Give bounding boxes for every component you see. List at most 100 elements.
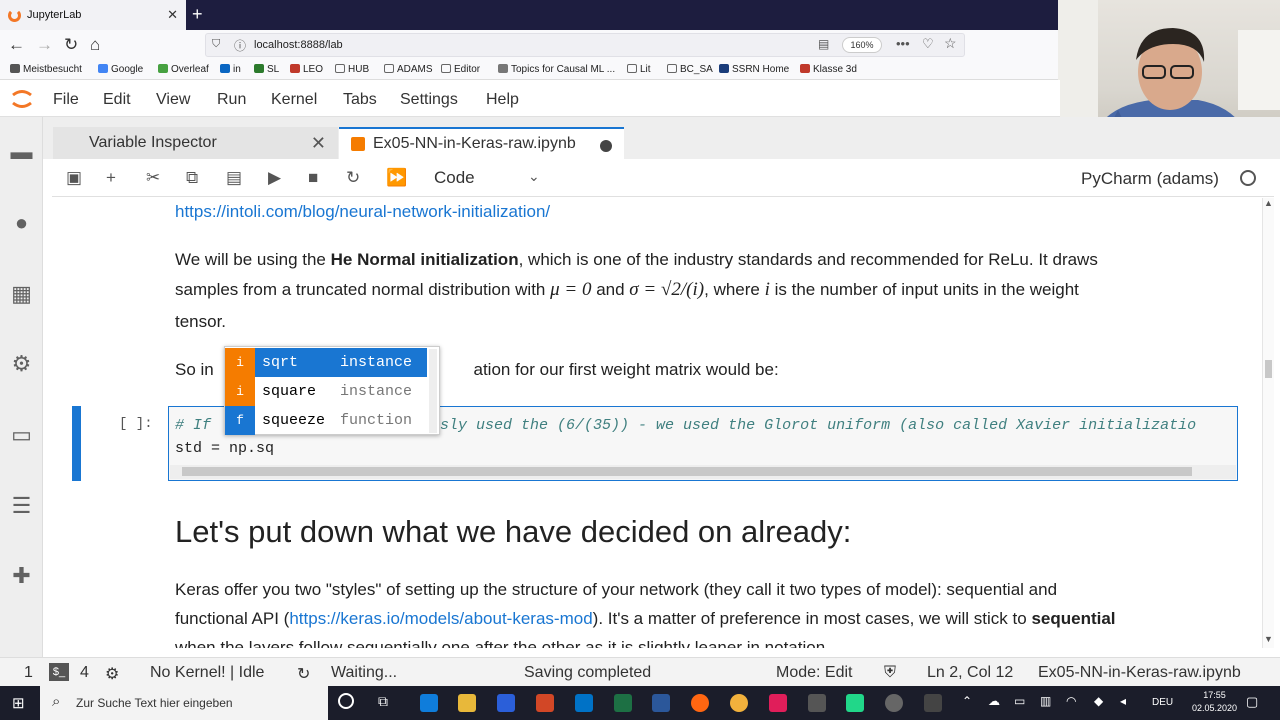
star-icon[interactable]: ☆ bbox=[944, 35, 957, 52]
chevron-down-icon[interactable]: ⌄ bbox=[528, 168, 540, 185]
bookmark-item[interactable]: SSRN Home bbox=[719, 64, 789, 75]
menu-kernel[interactable]: Kernel bbox=[271, 91, 317, 109]
copy-icon[interactable]: ⧉ bbox=[186, 168, 198, 188]
add-cell-icon[interactable]: + bbox=[106, 168, 116, 188]
kernel-status[interactable]: No Kernel! | Idle bbox=[150, 664, 264, 682]
powerpoint-icon[interactable] bbox=[536, 694, 554, 712]
unsaved-indicator-icon[interactable] bbox=[600, 140, 612, 152]
app-icon[interactable] bbox=[497, 694, 515, 712]
link[interactable]: https://intoli.com/blog/neural-network-i… bbox=[175, 202, 550, 222]
status-count[interactable]: 1 bbox=[24, 664, 33, 682]
menu-view[interactable]: View bbox=[156, 91, 190, 109]
reload-icon[interactable]: ↻ bbox=[64, 35, 78, 55]
folder-icon[interactable]: ▬ bbox=[9, 139, 34, 164]
tabs-icon[interactable]: ▭ bbox=[9, 422, 34, 447]
language-indicator[interactable]: DEU bbox=[1152, 697, 1173, 708]
app-icon[interactable] bbox=[885, 694, 903, 712]
bookmark-item[interactable]: HUB bbox=[335, 64, 369, 75]
menu-edit[interactable]: Edit bbox=[103, 91, 131, 109]
scrollbar-thumb[interactable] bbox=[1265, 360, 1272, 378]
dropbox-icon[interactable]: ◆ bbox=[1094, 694, 1103, 708]
clock[interactable]: 17:55 02.05.2020 bbox=[1192, 689, 1237, 715]
pycharm-icon[interactable] bbox=[846, 694, 864, 712]
cell-collapser[interactable] bbox=[72, 406, 81, 481]
extension-icon[interactable]: ✚ bbox=[9, 563, 34, 588]
taskbar-search[interactable]: ⌕ Zur Suche Text hier eingeben bbox=[40, 686, 328, 720]
bookmark-item[interactable]: Lit bbox=[627, 64, 651, 75]
toc-icon[interactable]: ☰ bbox=[9, 493, 34, 518]
word-icon[interactable] bbox=[652, 694, 670, 712]
battery-icon[interactable]: ▭ bbox=[1014, 694, 1025, 708]
app-icon[interactable] bbox=[730, 694, 748, 712]
excel-icon[interactable] bbox=[614, 694, 632, 712]
menu-file[interactable]: File bbox=[53, 91, 79, 109]
bookmark-item[interactable]: BC_SA bbox=[667, 64, 713, 75]
bookmark-item[interactable]: Topics for Causal ML ... bbox=[498, 64, 615, 75]
paste-icon[interactable]: ▤ bbox=[226, 168, 242, 188]
cut-icon[interactable]: ✂ bbox=[146, 168, 160, 188]
tab-variable-inspector[interactable]: Variable Inspector ✕ bbox=[53, 127, 338, 159]
home-icon[interactable]: ⌂ bbox=[90, 35, 100, 55]
bookmark-item[interactable]: in bbox=[220, 64, 241, 75]
cloud-icon[interactable]: ☁ bbox=[988, 694, 1000, 708]
bookmark-item[interactable]: LEO bbox=[290, 64, 323, 75]
stop-icon[interactable]: ■ bbox=[308, 168, 318, 188]
tab-notebook[interactable]: Ex05-NN-in-Keras-raw.ipynb bbox=[339, 127, 624, 159]
cortana-icon[interactable] bbox=[338, 693, 354, 709]
status-count[interactable]: 4 bbox=[80, 664, 89, 682]
firefox-icon[interactable] bbox=[691, 694, 709, 712]
app-icon[interactable] bbox=[808, 694, 826, 712]
bookmark-item[interactable]: Editor bbox=[441, 64, 480, 75]
completer-item[interactable]: i square instance bbox=[225, 377, 427, 406]
bookmark-item[interactable]: ADAMS bbox=[384, 64, 433, 75]
commands-icon[interactable]: ▦ bbox=[9, 281, 34, 306]
run-icon[interactable]: ▶ bbox=[268, 168, 281, 188]
bookmark-item[interactable]: SL bbox=[254, 64, 279, 75]
new-tab-icon[interactable]: + bbox=[192, 4, 203, 25]
zoom-level[interactable]: 160% bbox=[842, 37, 882, 53]
running-icon[interactable]: ● bbox=[9, 210, 34, 235]
outlook-icon[interactable] bbox=[575, 694, 593, 712]
scroll-down-icon[interactable]: ▼ bbox=[1264, 634, 1273, 644]
wifi-icon[interactable]: ◠ bbox=[1066, 694, 1076, 708]
more-icon[interactable]: ••• bbox=[896, 36, 910, 51]
task-view-icon[interactable]: ⧉ bbox=[378, 693, 388, 710]
back-icon[interactable]: ← bbox=[8, 35, 25, 55]
menu-tabs[interactable]: Tabs bbox=[343, 91, 377, 109]
volume-icon[interactable]: ◂ bbox=[1120, 694, 1126, 708]
gear-icon[interactable]: ⚙ bbox=[9, 351, 34, 376]
cursor-position[interactable]: Ln 2, Col 12 bbox=[927, 664, 1013, 682]
bookmark-item[interactable]: Meistbesucht bbox=[10, 64, 82, 75]
forward-icon[interactable]: → bbox=[36, 35, 53, 55]
menu-run[interactable]: Run bbox=[217, 91, 246, 109]
search-placeholder[interactable]: Zur Suche Text hier eingeben bbox=[76, 696, 233, 710]
info-icon[interactable]: ⓘ bbox=[234, 37, 246, 54]
mode-status[interactable]: Mode: Edit bbox=[776, 664, 852, 682]
scrollbar-thumb[interactable] bbox=[182, 467, 1192, 476]
kernel-status-icon[interactable]: ⚙ bbox=[105, 664, 119, 684]
pocket-icon[interactable]: ♡ bbox=[922, 36, 934, 52]
restart-icon[interactable]: ↻ bbox=[346, 168, 360, 188]
network-icon[interactable]: ▥ bbox=[1040, 694, 1051, 708]
notifications-icon[interactable]: ▢ bbox=[1246, 694, 1258, 710]
bookmark-item[interactable]: Overleaf bbox=[158, 64, 209, 75]
horizontal-scrollbar[interactable] bbox=[170, 465, 1236, 479]
close-tab-icon[interactable]: ✕ bbox=[167, 7, 178, 23]
slack-icon[interactable] bbox=[769, 694, 787, 712]
explorer-icon[interactable] bbox=[458, 694, 476, 712]
fast-forward-icon[interactable]: ⏩ bbox=[386, 168, 407, 188]
edge-icon[interactable] bbox=[420, 694, 438, 712]
close-icon[interactable]: ✕ bbox=[311, 133, 326, 154]
save-icon[interactable]: ▣ bbox=[66, 168, 82, 188]
scroll-up-icon[interactable]: ▲ bbox=[1264, 198, 1273, 208]
url-bar[interactable]: ⛉ ⓘ localhost:8888/lab ▤ 160% ••• ♡ ☆ bbox=[205, 33, 965, 57]
bookmark-item[interactable]: Google bbox=[98, 64, 143, 75]
completer-item[interactable]: i sqrt instance bbox=[225, 348, 427, 377]
reader-mode-icon[interactable]: ▤ bbox=[818, 37, 829, 51]
chevron-up-icon[interactable]: ⌃ bbox=[962, 694, 972, 708]
link[interactable]: https://keras.io/models/about-keras-mod bbox=[289, 609, 592, 628]
vertical-scrollbar[interactable]: ▲ ▼ bbox=[1262, 198, 1274, 648]
browser-tab[interactable]: JupyterLab ✕ bbox=[0, 0, 186, 30]
shield-icon[interactable]: ⛉ bbox=[212, 38, 220, 51]
menu-settings[interactable]: Settings bbox=[400, 91, 458, 109]
